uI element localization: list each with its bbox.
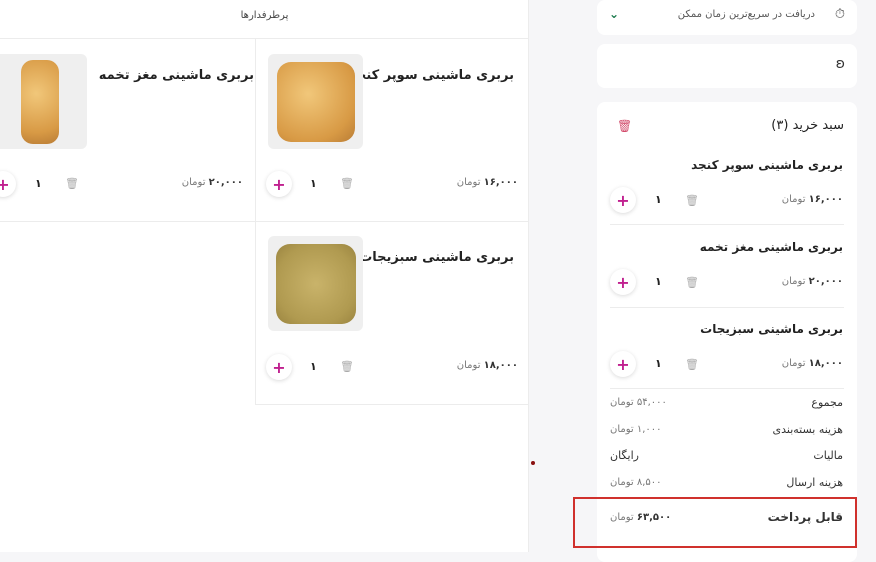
cart-title: سبد خرید (۳) [771, 118, 844, 133]
summary-value: ۸,۵۰۰ تومان [610, 477, 662, 488]
product-image [268, 54, 363, 149]
summary-label: هزینه ارسال [786, 476, 843, 489]
add-button[interactable]: + [266, 354, 292, 380]
cart-item-name: بربری ماشینی مغز تخمه [699, 240, 843, 254]
popular-title: پرطرفدارها [240, 10, 289, 21]
dot [531, 461, 535, 465]
cart-item-price: ۱۶,۰۰۰ تومان [781, 194, 843, 205]
quantity: ۱ [310, 177, 317, 190]
quantity: ۱ [655, 275, 662, 288]
clear-cart-trash-icon[interactable]: 🗑 [617, 119, 632, 133]
summary-label: هزینه بسته‌بندی [772, 423, 843, 436]
quantity: ۱ [35, 177, 42, 190]
note-icon: ʚ [835, 56, 845, 72]
quantity: ۱ [655, 357, 662, 370]
summary-label: مجموع [811, 396, 843, 409]
product-name: بربری ماشینی سبزیجات [359, 250, 514, 265]
trash-icon[interactable]: 🗑 [685, 276, 699, 289]
cart-item-name: بربری ماشینی سوپر کنجد [691, 158, 843, 172]
chevron-down-icon[interactable]: ⌄ [609, 7, 619, 21]
trash-icon[interactable]: 🗑 [685, 194, 699, 207]
summary-value: ۵۴,۰۰۰ تومان [610, 397, 667, 408]
add-button[interactable]: + [610, 351, 636, 377]
trash-icon[interactable]: 🗑 [340, 177, 354, 190]
add-button[interactable]: + [610, 187, 636, 213]
summary-value: ۱,۰۰۰ تومان [610, 424, 662, 435]
delivery-selector[interactable]: ⏱ دریافت در سریع‌ترین زمان ممکن ⌄ [597, 0, 857, 35]
product-price: ۱۶,۰۰۰ تومان [456, 177, 518, 188]
trash-icon[interactable]: 🗑 [65, 177, 79, 190]
product-name: بربری ماشینی سوپر کنجد [349, 68, 514, 83]
cart-item-price: ۱۸,۰۰۰ تومان [781, 358, 843, 369]
product-price: ۱۸,۰۰۰ تومان [456, 360, 518, 371]
payable-label: قابل پرداخت [767, 510, 843, 524]
summary-value: رایگان [610, 449, 639, 462]
trash-icon[interactable]: 🗑 [685, 358, 699, 371]
quantity: ۱ [655, 193, 662, 206]
product-image [268, 236, 363, 331]
delivery-label: دریافت در سریع‌ترین زمان ممکن [677, 9, 815, 20]
clock-lightning-icon: ⏱ [834, 7, 845, 22]
trash-icon[interactable]: 🗑 [340, 360, 354, 373]
cart-item-name: بربری ماشینی سبزیجات [700, 322, 843, 336]
summary-label: مالیات [813, 449, 843, 462]
product-price: ۲۰,۰۰۰ تومان [181, 177, 243, 188]
product-image [0, 54, 87, 149]
cart-item-price: ۲۰,۰۰۰ تومان [781, 276, 843, 287]
payable-amount: ۶۳,۵۰۰ تومان [610, 512, 672, 523]
add-button[interactable]: + [266, 171, 292, 197]
add-button[interactable]: + [610, 269, 636, 295]
quantity: ۱ [310, 360, 317, 373]
product-name: بربری ماشینی مغز تخمه [98, 68, 254, 83]
note-card[interactable]: ʚ [597, 44, 857, 88]
